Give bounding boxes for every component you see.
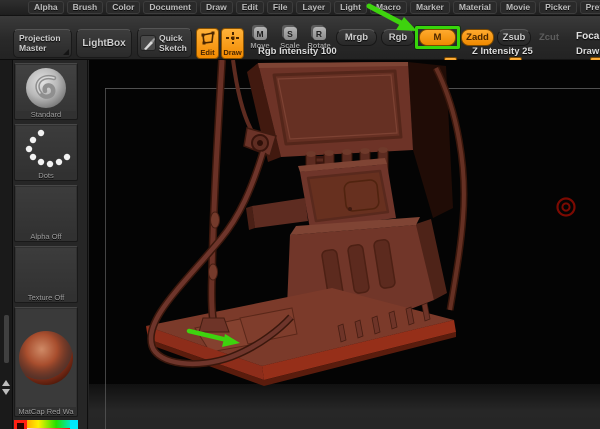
matcap-red-wax-thumb-icon [16, 309, 76, 407]
draw-crosshair-icon [225, 32, 240, 44]
menu-item-color[interactable]: Color [106, 1, 141, 14]
zbrush-window: Alpha Brush Color Document Draw Edit File Layer… [0, 0, 600, 429]
menu-item-preferences[interactable]: Preferences [579, 1, 600, 14]
draw-size-label: Draw [576, 46, 600, 57]
focal-shift-label: Focal [576, 31, 600, 42]
m-button-highlight-box [415, 26, 460, 49]
draw-mode-button[interactable]: Draw [221, 28, 244, 59]
top-shelf: Projection Master LightBox Quick Sketch … [0, 16, 600, 63]
rotate-icon: R [312, 27, 326, 40]
draw-label: Draw [223, 48, 242, 57]
menu-item-draw[interactable]: Draw [199, 1, 233, 14]
quick-sketch-label: Quick Sketch [159, 33, 187, 53]
current-brush-standard[interactable]: Standard [14, 63, 78, 120]
z-intensity-slider[interactable]: Z Intensity 25 [464, 46, 577, 63]
rgb-button[interactable]: Rgb [381, 29, 415, 46]
menu-item-brush[interactable]: Brush [66, 1, 104, 14]
mrgb-button[interactable]: Mrgb [336, 29, 377, 46]
current-texture-off[interactable]: Texture Off [14, 246, 78, 303]
edit-mode-button[interactable]: Edit [196, 28, 219, 59]
tray-scrollbar[interactable] [4, 315, 9, 363]
current-color-swatch [14, 420, 27, 429]
menu-bar: Alpha Brush Color Document Draw Edit File Layer… [0, 0, 600, 16]
material-name-label: MatCap Red Wa [18, 407, 74, 416]
edit-gizmo-icon [201, 31, 214, 45]
zadd-button[interactable]: Zadd [461, 29, 494, 46]
hue-ring-right[interactable] [70, 420, 78, 429]
texture-name-label: Texture Off [27, 293, 65, 302]
left-tray-divider[interactable] [0, 60, 13, 429]
scale-icon: S [283, 27, 297, 40]
menu-item-layer[interactable]: Layer [296, 1, 332, 14]
dots-stroke-thumb-icon [16, 126, 76, 172]
draw-size-slider[interactable]: Draw [576, 46, 600, 63]
alpha-name-label: Alpha Off [30, 232, 62, 241]
zsub-button[interactable]: Zsub [497, 29, 531, 46]
rgb-intensity-label: Rgb Intensity [258, 46, 319, 57]
menu-item-material[interactable]: Material [452, 1, 497, 14]
rgb-intensity-value: 100 [320, 46, 337, 57]
z-intensity-label: Z Intensity [472, 46, 520, 57]
menu-item-marker[interactable]: Marker [409, 1, 450, 14]
menu-item-alpha[interactable]: Alpha [28, 1, 64, 14]
texture-off-thumb [16, 248, 76, 294]
quick-sketch-button[interactable]: Quick Sketch [137, 28, 192, 58]
color-picker[interactable] [14, 420, 78, 429]
zcut-button[interactable]: Zcut [534, 29, 564, 46]
document-canvas[interactable] [89, 60, 600, 429]
menu-item-file[interactable]: File [266, 1, 294, 14]
menu-item-macro[interactable]: Macro [369, 1, 407, 14]
projection-master-button[interactable]: Projection Master [13, 29, 72, 58]
mech-sculpt-model [146, 60, 468, 386]
left-shelf: Standard Dots Alpha Off Texture Off MatC… [0, 60, 88, 429]
brush-icon [140, 35, 156, 51]
menu-item-edit[interactable]: Edit [235, 1, 264, 14]
standard-brush-thumb-icon [16, 65, 76, 111]
menu-item-light[interactable]: Light [334, 1, 367, 14]
tray-collapse-arrows-icon[interactable] [2, 380, 11, 398]
edit-label: Edit [200, 48, 215, 57]
lightbox-button[interactable]: LightBox [76, 29, 132, 58]
alpha-off-thumb [16, 187, 76, 233]
move-icon: M [253, 27, 267, 40]
z-intensity-value: 25 [522, 46, 533, 57]
menu-item-movie[interactable]: Movie [500, 1, 537, 14]
current-stroke-dots[interactable]: Dots [14, 124, 78, 181]
stroke-name-label: Dots [38, 171, 54, 180]
current-material-matcap[interactable]: MatCap Red Wa [14, 307, 78, 417]
menu-item-document[interactable]: Document [143, 1, 197, 14]
menu-item-picker[interactable]: Picker [539, 1, 577, 14]
brush-name-label: Standard [30, 110, 62, 119]
current-alpha-off[interactable]: Alpha Off [14, 185, 78, 242]
